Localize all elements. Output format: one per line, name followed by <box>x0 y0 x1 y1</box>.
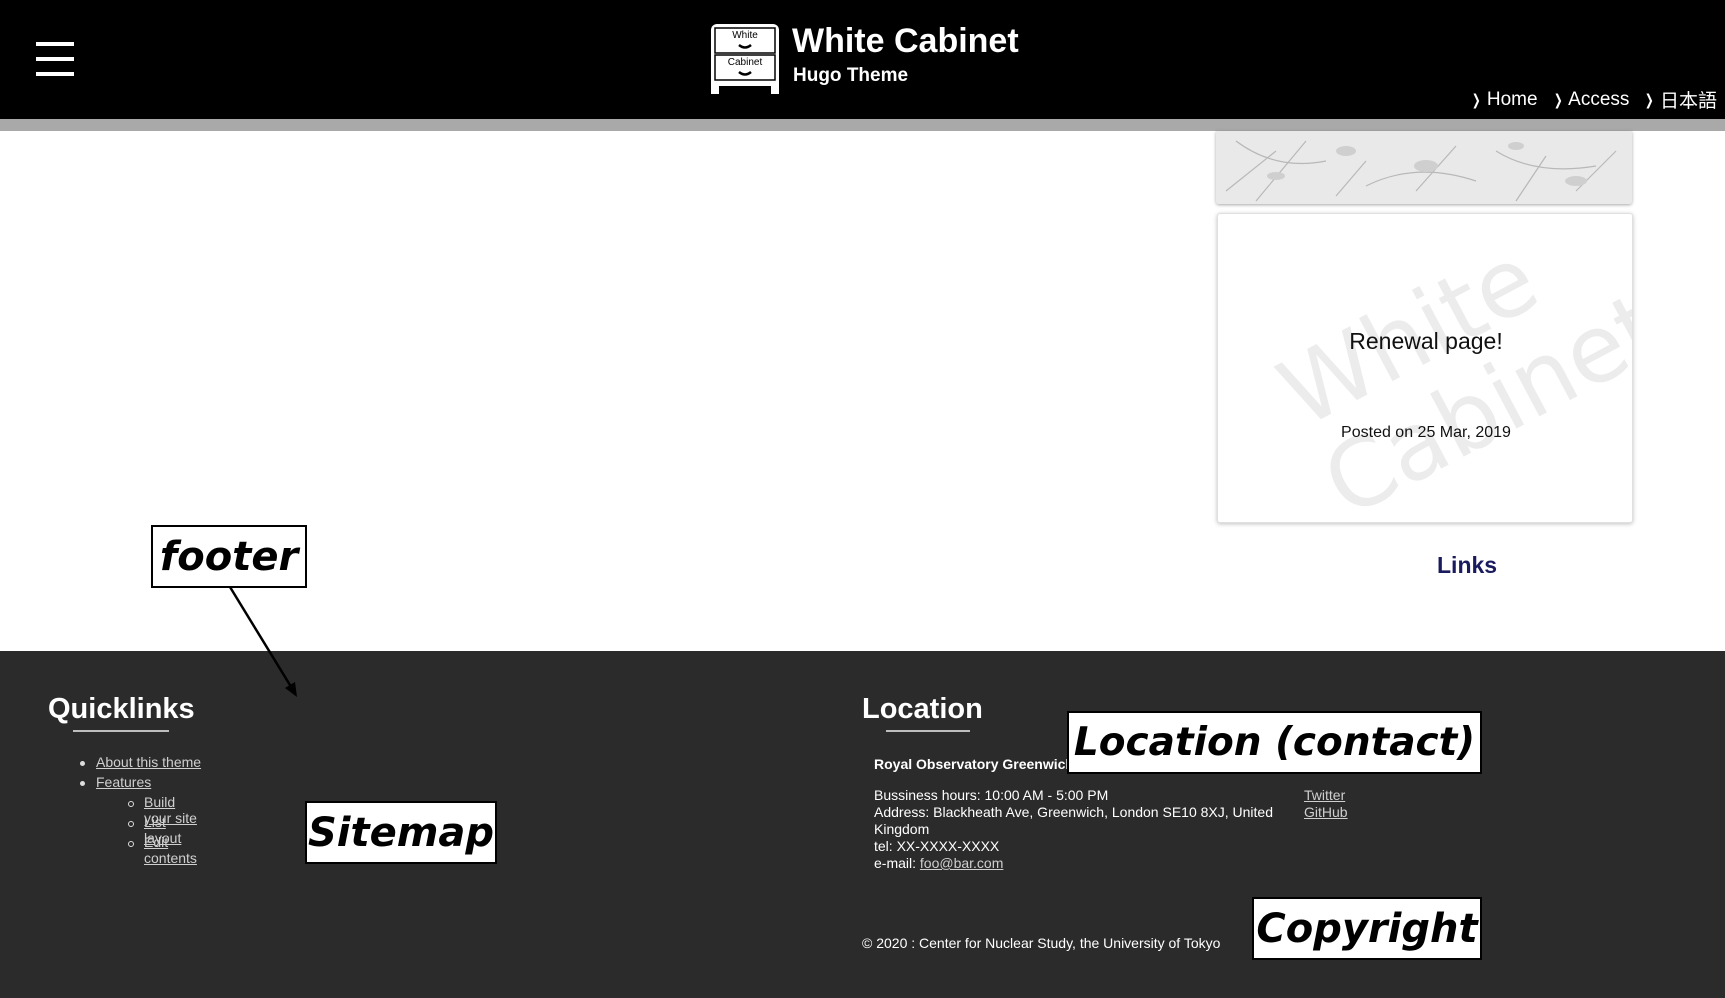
chevron-right-icon: ❯ <box>1645 91 1655 109</box>
twitter-link[interactable]: Twitter <box>1304 787 1345 803</box>
list-item: List layout <box>128 814 201 846</box>
business-hours: Bussiness hours: 10:00 AM - 5:00 PM <box>874 787 1109 803</box>
link-features[interactable]: Features <box>96 774 151 790</box>
logo-text-bottom: Cabinet <box>728 57 763 68</box>
post-card[interactable]: White Cabinet Renewal page! Posted on 25… <box>1217 213 1633 523</box>
bullet-icon <box>80 761 85 766</box>
link-edit-contents[interactable]: Edit contents <box>144 834 197 866</box>
nav-japanese[interactable]: ❯ 日本語 <box>1643 86 1717 113</box>
email-label: e-mail: <box>874 855 920 871</box>
telephone: tel: XX-XXXX-XXXX <box>874 838 1000 854</box>
site-title[interactable]: White Cabinet <box>792 22 1019 61</box>
link-about-theme[interactable]: About this theme <box>96 754 201 770</box>
quicklinks-heading: Quicklinks <box>48 693 195 725</box>
github-link[interactable]: GitHub <box>1304 804 1348 820</box>
bullet-icon <box>80 781 85 786</box>
post-title[interactable]: Renewal page! <box>1218 328 1632 355</box>
chevron-right-icon: ❯ <box>1553 91 1563 109</box>
list-item: Features Build your site List layout Edi… <box>80 774 201 866</box>
list-item: About this theme <box>80 754 201 774</box>
annotation-location: Location (contact) <box>1067 711 1482 774</box>
annotation-copyright: Copyright <box>1252 897 1482 960</box>
links-heading: Links <box>1437 552 1498 578</box>
chevron-right-icon: ❯ <box>1472 91 1482 109</box>
quicklinks-underline <box>73 730 169 732</box>
list-item: Edit contents <box>128 834 201 866</box>
list-item: Build your site <box>128 794 201 826</box>
location-heading: Location <box>862 693 983 725</box>
logo-text-top: White <box>732 30 758 41</box>
circle-bullet-icon <box>128 841 134 847</box>
page: White Cabinet White Cabinet Hugo Theme ❯… <box>0 0 1725 998</box>
location-underline <box>886 730 970 732</box>
address: Address: Blackheath Ave, Greenwich, Lond… <box>874 804 1273 837</box>
nav-access-label: Access <box>1568 88 1630 110</box>
nav-home-label: Home <box>1486 88 1538 110</box>
top-nav: ❯ Home ❯ Access ❯ 日本語 <box>1470 86 1717 113</box>
email-link[interactable]: foo@bar.com <box>920 855 1003 871</box>
social-links: Twitter GitHub <box>1304 787 1348 821</box>
features-sublist: Build your site List layout Edit content… <box>128 794 201 866</box>
nav-home[interactable]: ❯ Home <box>1470 86 1537 113</box>
snow-banner-image[interactable] <box>1216 131 1632 204</box>
annotation-footer: footer <box>151 525 307 588</box>
hamburger-icon[interactable] <box>36 42 74 78</box>
site-subtitle: Hugo Theme <box>793 65 909 86</box>
header-divider <box>0 119 1725 131</box>
email-line: e-mail: foo@bar.com <box>874 855 1294 872</box>
nav-japanese-label: 日本語 <box>1659 91 1717 112</box>
cabinet-logo-icon[interactable]: White Cabinet <box>709 22 781 95</box>
post-card-watermark: White Cabinet <box>1263 224 1632 522</box>
annotation-sitemap: Sitemap <box>305 801 497 864</box>
post-date: Posted on 25 Mar, 2019 <box>1341 424 1511 441</box>
nav-access[interactable]: ❯ Access <box>1552 86 1630 113</box>
sitemap-list: About this theme Features Build your sit… <box>80 754 201 866</box>
copyright: © 2020 : Center for Nuclear Study, the U… <box>862 935 1221 951</box>
circle-bullet-icon <box>128 801 134 807</box>
site-header: White Cabinet White Cabinet Hugo Theme ❯… <box>0 0 1725 119</box>
circle-bullet-icon <box>128 821 134 827</box>
